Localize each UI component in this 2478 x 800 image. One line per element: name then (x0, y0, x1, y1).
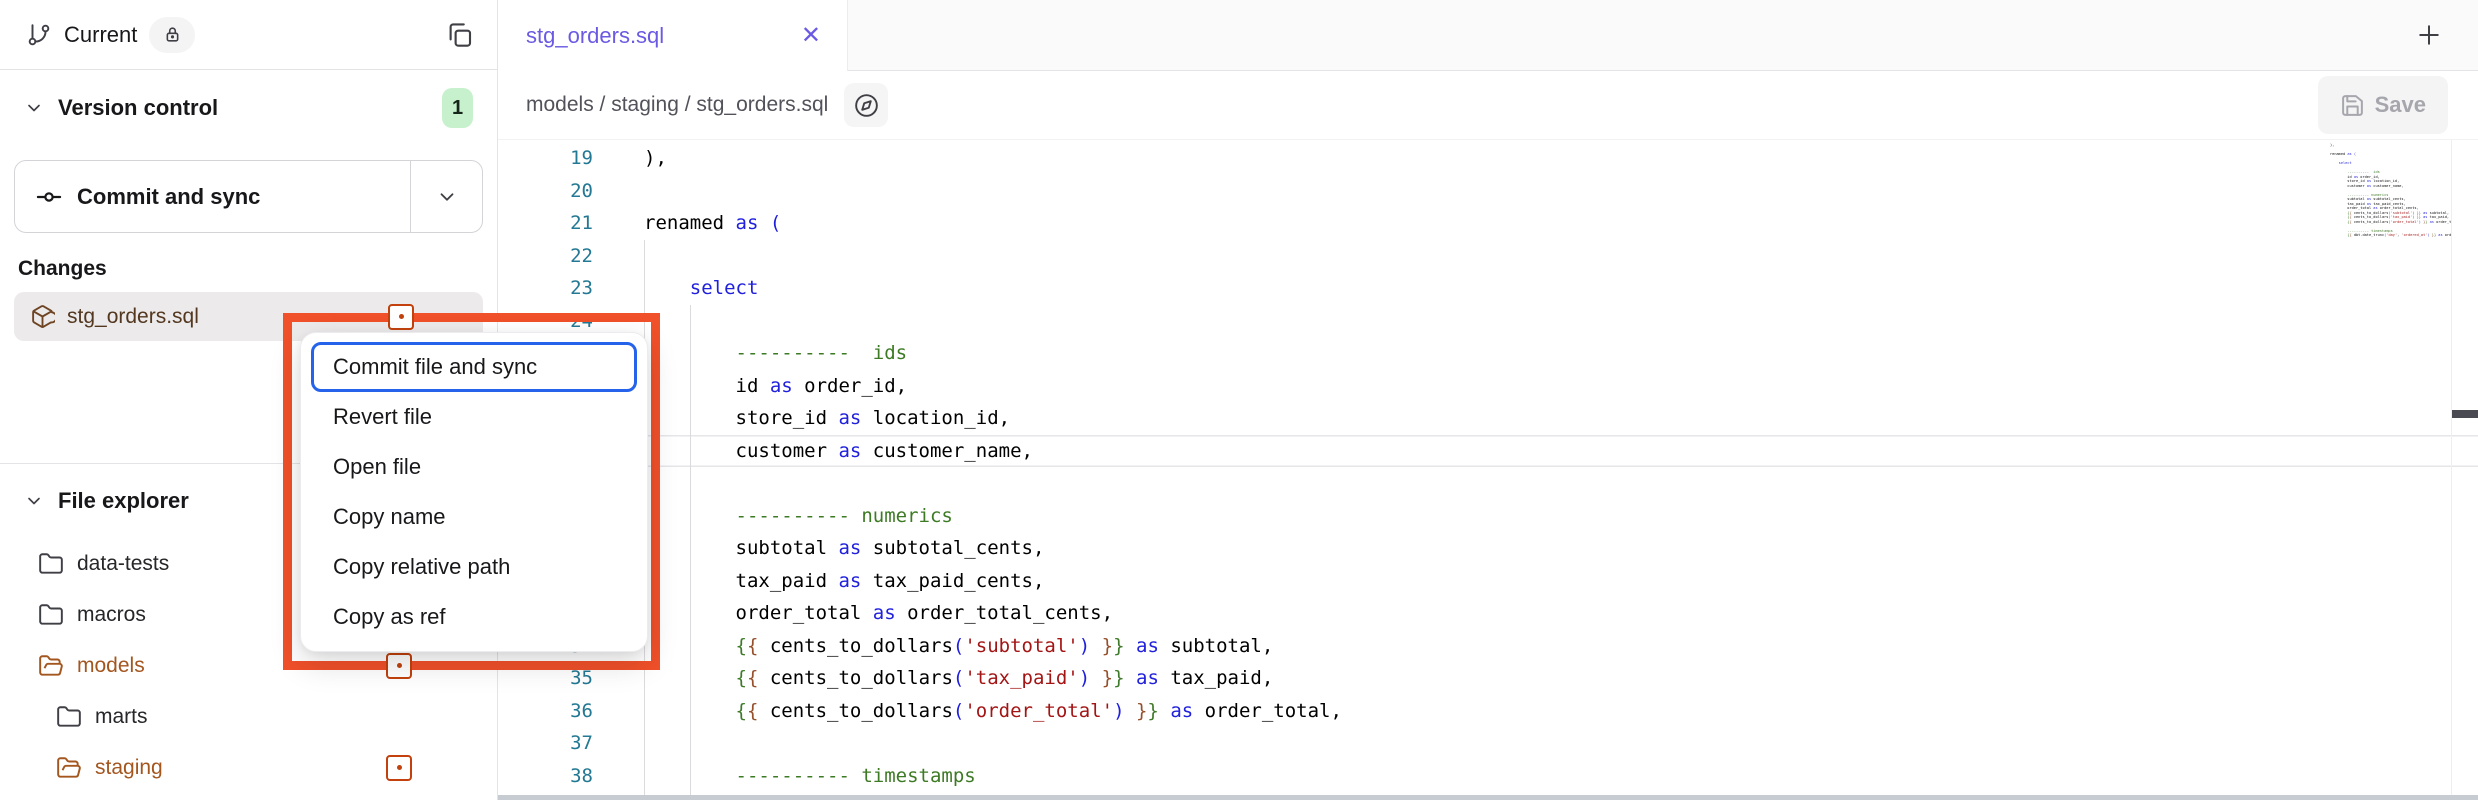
folder-open-icon (38, 653, 64, 679)
context-menu-item-open-file[interactable]: Open file (311, 442, 637, 492)
compass-icon (853, 92, 880, 119)
chevron-down-icon (24, 98, 44, 118)
branch-name: Current (64, 22, 137, 48)
code-line: 31 subtotal as subtotal_cents, (498, 532, 2478, 565)
tree-item-label: marts (95, 705, 148, 729)
line-number: 22 (498, 240, 593, 273)
changes-heading: Changes (14, 257, 483, 283)
dbt-ide-window: Current Version control 1 (0, 0, 2478, 800)
tab-stg-orders[interactable]: stg_orders.sql ✕ (498, 0, 848, 71)
tree-item-staging[interactable]: staging (14, 742, 483, 793)
context-menu-item-commit-file-and-sync[interactable]: Commit file and sync (311, 342, 637, 392)
indent-guide (690, 305, 691, 800)
line-number: 36 (498, 695, 593, 728)
tab-bar: stg_orders.sql ✕ (498, 0, 2478, 71)
modified-file-indicator-icon (386, 755, 412, 781)
minimap[interactable]: ), renamed as ( select ---------- ids id… (2330, 143, 2451, 238)
commit-and-sync-button: Commit and sync (14, 160, 483, 233)
chevron-down-icon (24, 491, 44, 511)
overview-ruler-cursor-marker (2452, 410, 2478, 418)
commit-options-dropdown[interactable] (410, 161, 482, 232)
overview-ruler-divider (2451, 140, 2452, 800)
code-line: 26 id as order_id, (498, 370, 2478, 403)
code-line: 27 store_id as location_id, (498, 402, 2478, 435)
folder-open-icon (56, 755, 82, 781)
code-editor[interactable]: 19),2021renamed as (2223 select2425 ----… (498, 140, 2478, 800)
context-menu-item-copy-relative-path[interactable]: Copy relative path (311, 542, 637, 592)
version-control-section: Version control 1 Commit and sync Change… (0, 70, 497, 341)
line-number: 38 (498, 760, 593, 793)
duplicate-tab-button[interactable] (445, 20, 475, 50)
code-line: 21renamed as ( (498, 207, 2478, 240)
code-line: 22 (498, 240, 2478, 273)
modified-file-indicator-icon (386, 653, 412, 679)
folder-icon (38, 551, 64, 577)
code-line: 20 (498, 175, 2478, 208)
tab-close-icon[interactable]: ✕ (801, 24, 821, 48)
code-lines: 19),2021renamed as (2223 select2425 ----… (498, 140, 2478, 800)
line-number: 19 (498, 142, 593, 175)
commit-and-sync-label: Commit and sync (77, 184, 260, 210)
lineage-button[interactable] (844, 83, 888, 127)
line-number: 35 (498, 662, 593, 695)
folder-icon (38, 602, 64, 628)
version-control-title: Version control (58, 95, 218, 121)
code-line: 32 tax_paid as tax_paid_cents, (498, 565, 2478, 598)
tree-item-marts[interactable]: marts (14, 691, 483, 742)
tree-item-label: macros (77, 603, 146, 627)
context-menu-item-copy-as-ref[interactable]: Copy as ref (311, 592, 637, 642)
save-label: Save (2375, 92, 2426, 118)
code-line: 19), (498, 142, 2478, 175)
code-line: 30 ---------- numerics (498, 500, 2478, 533)
code-line: 35 {{ cents_to_dollars('tax_paid') }} as… (498, 662, 2478, 695)
line-number: 23 (498, 272, 593, 305)
folder-icon (56, 704, 82, 730)
lock-icon (163, 25, 182, 44)
context-menu-item-copy-name[interactable]: Copy name (311, 492, 637, 542)
code-line: 38 ---------- timestamps (498, 760, 2478, 793)
code-line: 24 (498, 305, 2478, 338)
save-floppy-icon (2340, 93, 2365, 118)
context-menu-item-revert-file[interactable]: Revert file (311, 392, 637, 442)
modified-file-indicator-icon (388, 304, 414, 330)
code-line: 37 (498, 727, 2478, 760)
code-line: 33 order_total as order_total_cents, (498, 597, 2478, 630)
branch-header: Current (0, 0, 497, 70)
editor-pane: stg_orders.sql ✕ models / staging / stg_… (498, 0, 2478, 800)
line-number: 37 (498, 727, 593, 760)
file-header-bar: models / staging / stg_orders.sql Save (498, 71, 2478, 140)
code-line: 28 customer as customer_name, (498, 435, 2478, 468)
save-button[interactable]: Save (2318, 76, 2448, 134)
code-line: 29 (498, 467, 2478, 500)
code-line: 25 ---------- ids (498, 337, 2478, 370)
code-line: 36 {{ cents_to_dollars('order_total') }}… (498, 695, 2478, 728)
file-explorer-title: File explorer (58, 488, 189, 514)
file-context-menu: Commit file and syncRevert fileOpen file… (300, 332, 648, 652)
chevron-down-icon (436, 186, 458, 208)
git-branch-icon (26, 22, 52, 48)
changes-count-badge: 1 (442, 88, 473, 128)
new-tab-button[interactable] (2414, 20, 2444, 50)
code-line: 34 {{ cents_to_dollars('subtotal') }} as… (498, 630, 2478, 663)
model-cube-icon (30, 304, 55, 329)
breadcrumb: models / staging / stg_orders.sql (526, 93, 828, 117)
branch-lock-badge (149, 17, 195, 53)
editor-bottom-edge (498, 795, 2478, 800)
tree-item-label: staging (95, 756, 163, 780)
line-number: 21 (498, 207, 593, 240)
commit-and-sync-main[interactable]: Commit and sync (15, 161, 410, 232)
tab-title: stg_orders.sql (526, 23, 801, 49)
code-line: 23 select (498, 272, 2478, 305)
changed-file-name: stg_orders.sql (67, 305, 199, 329)
line-number: 20 (498, 175, 593, 208)
version-control-header[interactable]: Version control 1 (14, 70, 483, 146)
tree-item-label: data-tests (77, 552, 169, 576)
tab-bar-filler (848, 0, 2478, 71)
tree-item-label: models (77, 654, 145, 678)
git-commit-icon (35, 183, 63, 211)
